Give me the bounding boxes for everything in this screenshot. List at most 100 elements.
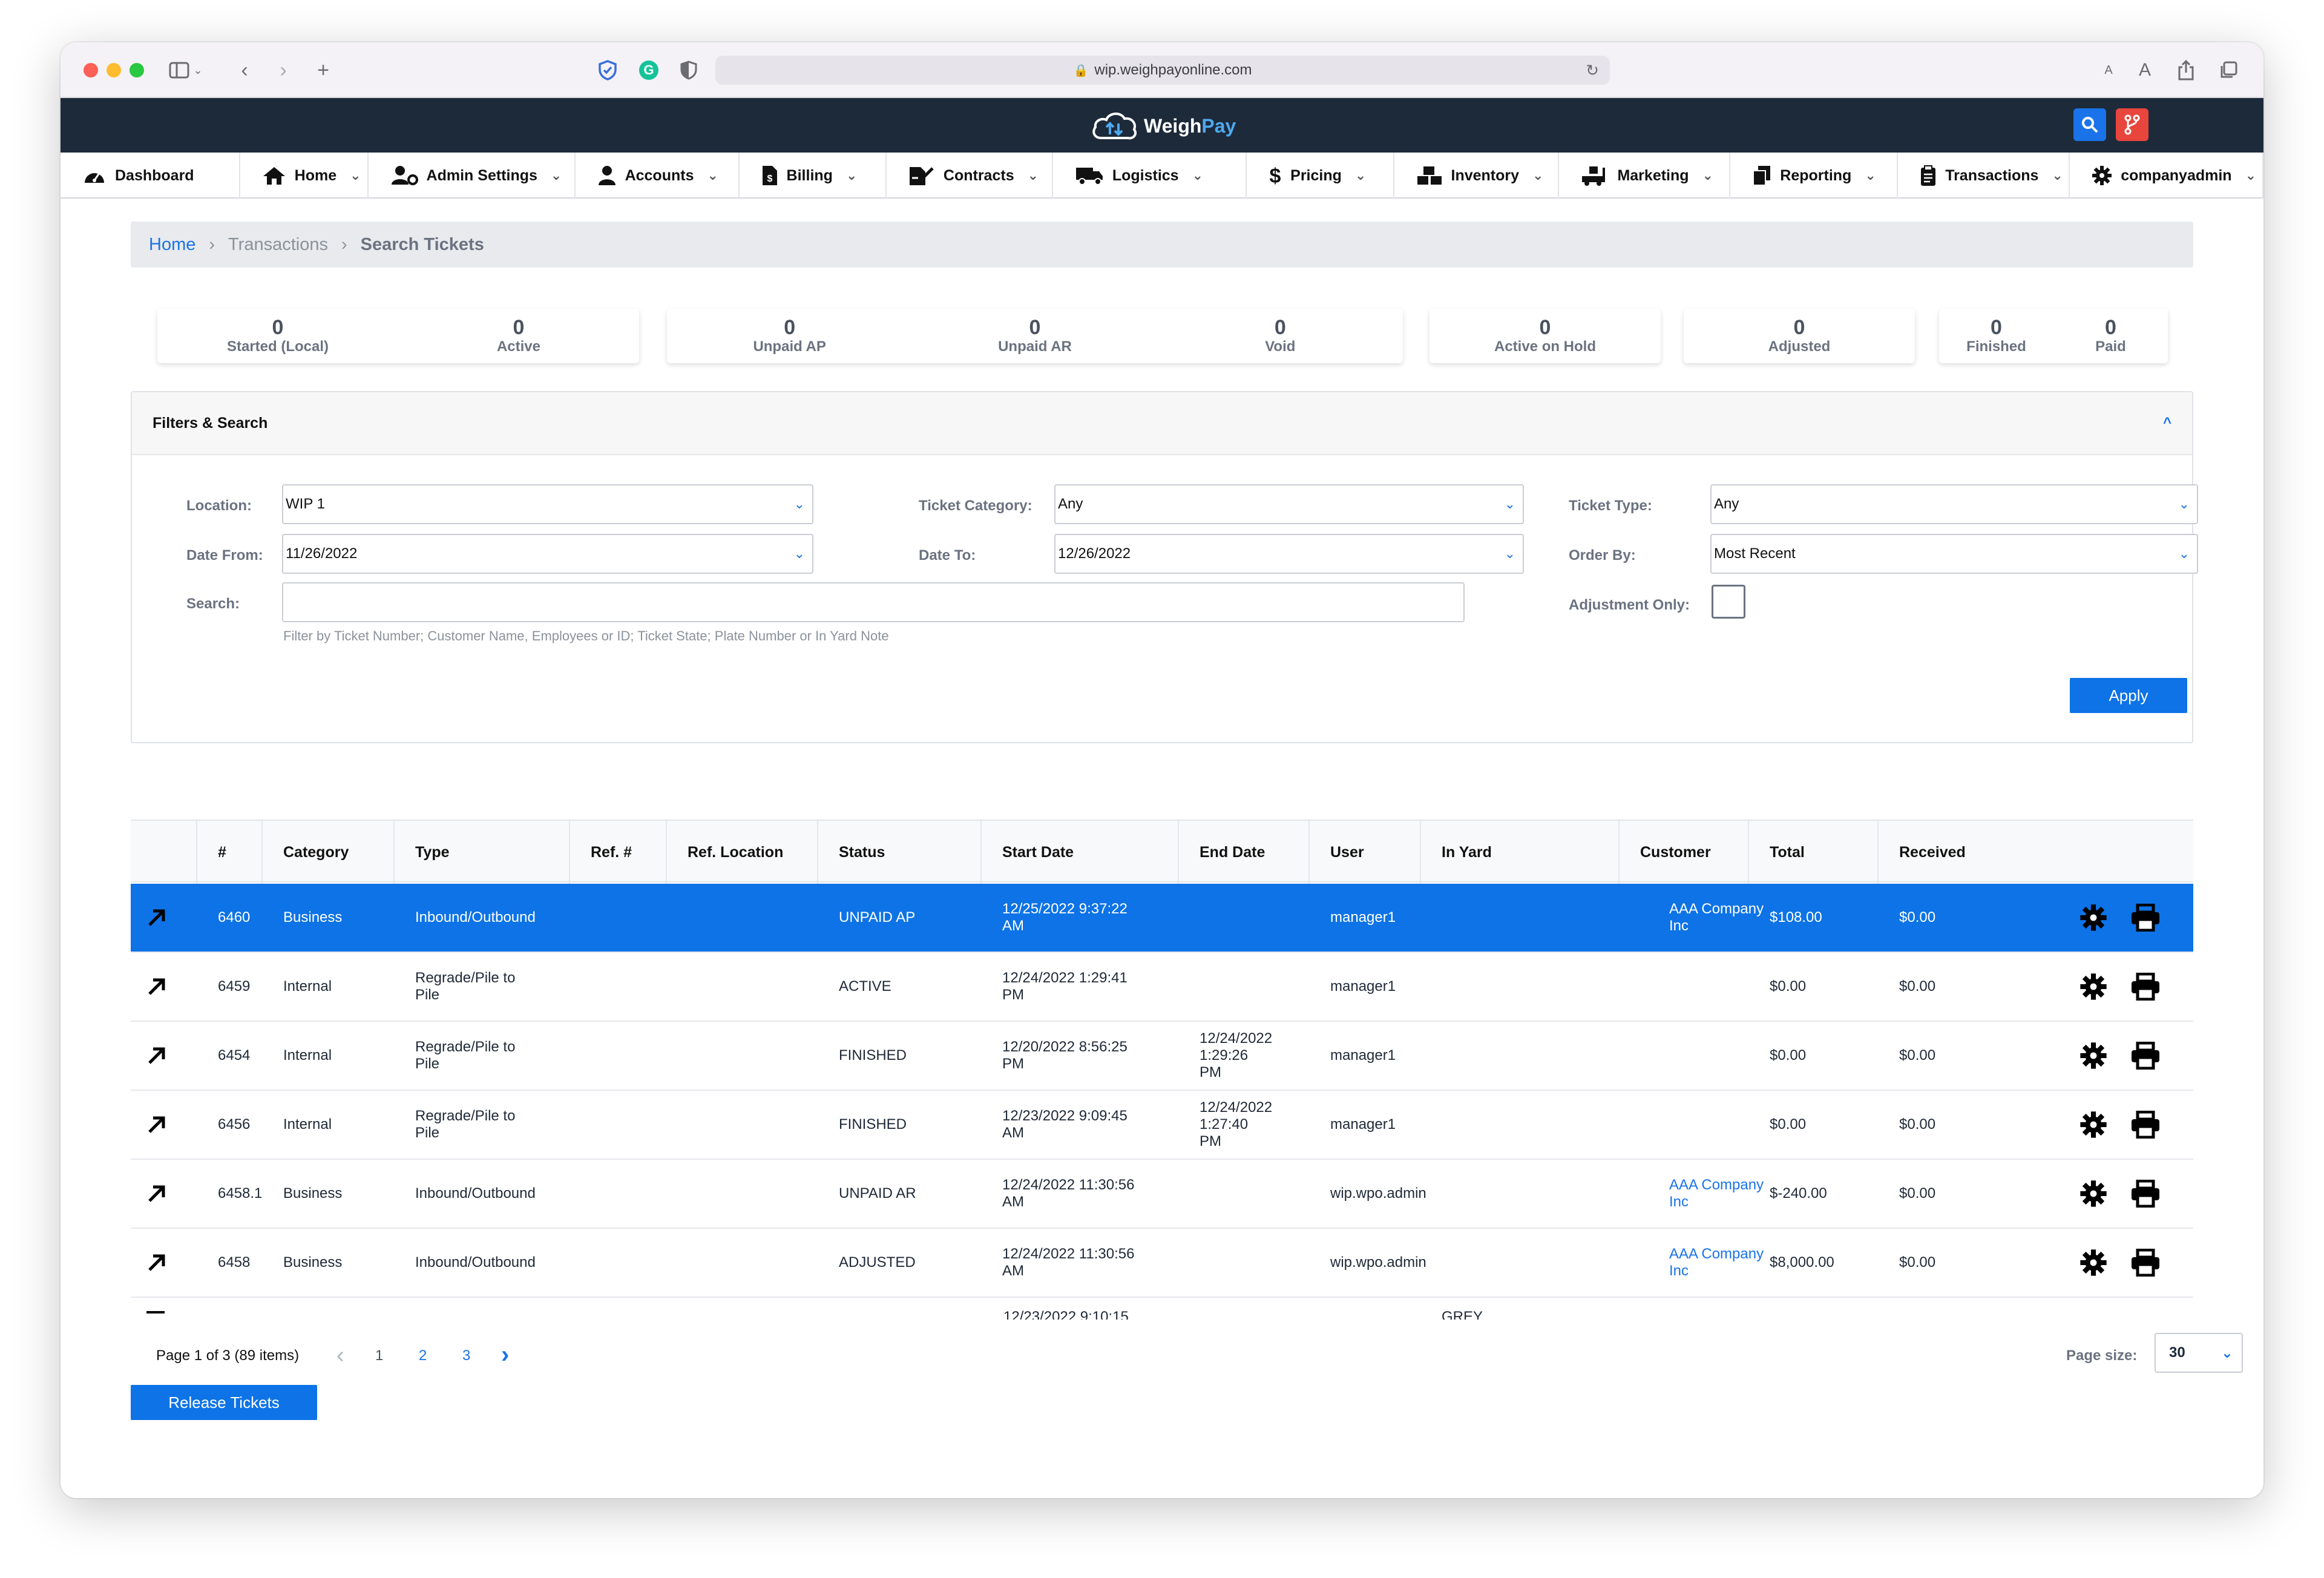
table-row[interactable]: 6454 Internal Regrade/Pile to Pile FINISHED… (131, 1022, 2193, 1091)
customer-link[interactable] (1669, 953, 1774, 1021)
new-tab-icon[interactable]: + (310, 56, 336, 85)
shield-icon[interactable] (594, 56, 621, 85)
search-button[interactable] (2073, 108, 2106, 141)
nav-companyadmin[interactable]: companyadmin ⌄ (2070, 153, 2263, 199)
search-input[interactable] (282, 582, 1465, 622)
nav-transactions[interactable]: Transactions ⌄ (1898, 153, 2070, 199)
column-header[interactable]: Start Date (980, 821, 1178, 884)
print-icon[interactable] (2130, 1160, 2167, 1228)
customer-link[interactable]: AAA Company Inc (1669, 1229, 1774, 1297)
print-icon[interactable] (2130, 1091, 2167, 1159)
print-icon[interactable] (2130, 1229, 2167, 1297)
open-ticket-arrow-icon[interactable] (146, 1311, 183, 1320)
grammarly-icon[interactable]: G (635, 56, 662, 85)
column-header[interactable]: Ref. Location (666, 821, 817, 884)
page-3-link[interactable]: 3 (462, 1347, 470, 1364)
prev-page-icon[interactable]: ‹ (336, 1343, 344, 1369)
nav-reporting[interactable]: Reporting ⌄ (1730, 153, 1899, 199)
breadcrumb-home[interactable]: Home (149, 235, 195, 255)
order-by-select[interactable]: Most Recent ⌄ (1710, 534, 2198, 574)
release-tickets-button[interactable]: Release Tickets (131, 1385, 317, 1420)
column-header[interactable]: In Yard (1420, 821, 1618, 884)
location-select[interactable]: WIP 1 ⌄ (282, 484, 813, 524)
customer-link[interactable] (1669, 1091, 1774, 1159)
open-ticket-arrow-icon[interactable] (146, 1091, 183, 1159)
branch-button[interactable] (2116, 108, 2148, 141)
date-from-picker[interactable]: 11/26/2022 ⌄ (282, 534, 813, 574)
settings-gear-icon[interactable] (2079, 884, 2116, 952)
sidebar-toggle-icon[interactable]: ⌄ (165, 56, 207, 85)
stat-unpaid-ar[interactable]: 0 Unpaid AR (912, 309, 1157, 363)
text-smaller-icon[interactable]: A (2098, 56, 2119, 85)
nav-accounts[interactable]: Accounts ⌄ (576, 153, 740, 199)
breadcrumb-transactions[interactable]: Transactions (228, 235, 328, 255)
nav-admin-settings[interactable]: Admin Settings ⌄ (369, 153, 576, 199)
privacy-icon[interactable] (675, 56, 702, 85)
open-ticket-arrow-icon[interactable] (146, 1022, 183, 1090)
collapse-chevron-icon[interactable]: ^ (2163, 415, 2171, 432)
table-row[interactable]: 6458.1 Business Inbound/Outbound UNPAID AR 1… (131, 1160, 2193, 1229)
column-header[interactable]: Status (817, 821, 980, 884)
settings-gear-icon[interactable] (2079, 1022, 2116, 1090)
nav-billing[interactable]: $ Billing ⌄ (740, 153, 887, 199)
forward-icon[interactable]: › (270, 56, 297, 85)
open-ticket-arrow-icon[interactable] (146, 1229, 183, 1297)
customer-link[interactable]: AAA Company Inc (1669, 1160, 1774, 1228)
filters-header[interactable]: Filters & Search ^ (132, 392, 2192, 455)
open-ticket-arrow-icon[interactable] (146, 884, 183, 952)
column-header[interactable]: User (1308, 821, 1420, 884)
nav-contracts[interactable]: Contracts ⌄ (887, 153, 1053, 199)
close-window-button[interactable] (84, 63, 98, 77)
column-header[interactable]: Customer (1618, 821, 1748, 884)
nav-inventory[interactable]: Inventory ⌄ (1394, 153, 1560, 199)
page-size-select[interactable]: 30 ⌄ (2155, 1333, 2243, 1373)
apply-button[interactable]: Apply (2070, 678, 2187, 713)
column-header[interactable]: Type (393, 821, 569, 884)
stat-active-on-hold[interactable]: 0 Active on Hold (1430, 309, 1661, 363)
zoom-window-button[interactable] (130, 63, 144, 77)
nav-marketing[interactable]: Marketing ⌄ (1559, 153, 1731, 199)
stat-finished[interactable]: 0 Finished (1939, 309, 2053, 363)
settings-gear-icon[interactable] (2079, 1229, 2116, 1297)
stat-unpaid-ap[interactable]: 0 Unpaid AP (667, 309, 912, 363)
nav-pricing[interactable]: $ Pricing ⌄ (1247, 153, 1394, 199)
text-larger-icon[interactable]: A (2133, 56, 2157, 85)
stat-active[interactable]: 0 Active (398, 309, 639, 363)
settings-gear-icon[interactable] (2079, 953, 2116, 1021)
column-header[interactable]: End Date (1178, 821, 1308, 884)
adjustment-only-checkbox[interactable] (1712, 585, 1745, 619)
page-1-link[interactable]: 1 (375, 1347, 383, 1364)
page-2-link[interactable]: 2 (419, 1347, 427, 1364)
date-to-picker[interactable]: 12/26/2022 ⌄ (1054, 534, 1524, 574)
ticket-category-select[interactable]: Any ⌄ (1054, 484, 1524, 524)
minimize-window-button[interactable] (107, 63, 121, 77)
column-header[interactable]: Category (261, 821, 393, 884)
print-icon[interactable] (2130, 953, 2167, 1021)
stat-started-local[interactable]: 0 Started (Local) (157, 309, 398, 363)
tabs-overview-icon[interactable] (2215, 56, 2242, 85)
table-row[interactable]: 12/23/2022 9:10:15 GREY (131, 1298, 2193, 1320)
customer-link[interactable]: AAA Company Inc (1669, 884, 1774, 952)
print-icon[interactable] (2130, 1022, 2167, 1090)
weighpay-logo[interactable]: Weigh Pay (1089, 109, 1236, 143)
table-row[interactable]: 6456 Internal Regrade/Pile to Pile FINISHED… (131, 1091, 2193, 1160)
nav-logistics[interactable]: Logistics ⌄ (1053, 153, 1247, 199)
open-ticket-arrow-icon[interactable] (146, 953, 183, 1021)
share-icon[interactable] (2173, 56, 2199, 85)
back-icon[interactable]: ‹ (231, 56, 258, 85)
next-page-icon[interactable]: › (501, 1341, 509, 1369)
nav-dashboard[interactable]: Dashboard (61, 153, 240, 199)
print-icon[interactable] (2130, 884, 2167, 952)
stat-paid[interactable]: 0 Paid (2053, 309, 2168, 363)
stat-adjusted[interactable]: 0 Adjusted (1684, 309, 1915, 363)
table-row[interactable]: 6458 Business Inbound/Outbound ADJUSTED 12/2… (131, 1229, 2193, 1298)
settings-gear-icon[interactable] (2079, 1160, 2116, 1228)
stat-void[interactable]: 0 Void (1158, 309, 1403, 363)
table-row[interactable]: 6460 Business Inbound/Outbound UNPAID AP 12/… (131, 884, 2193, 953)
column-header[interactable]: Total (1748, 821, 1877, 884)
table-row[interactable]: 6459 Internal Regrade/Pile to Pile ACTIVE 12… (131, 953, 2193, 1022)
nav-home[interactable]: Home ⌄ (240, 153, 369, 199)
ticket-type-select[interactable]: Any ⌄ (1710, 484, 2198, 524)
column-header[interactable]: Ref. # (569, 821, 666, 884)
customer-link[interactable] (1669, 1022, 1774, 1090)
